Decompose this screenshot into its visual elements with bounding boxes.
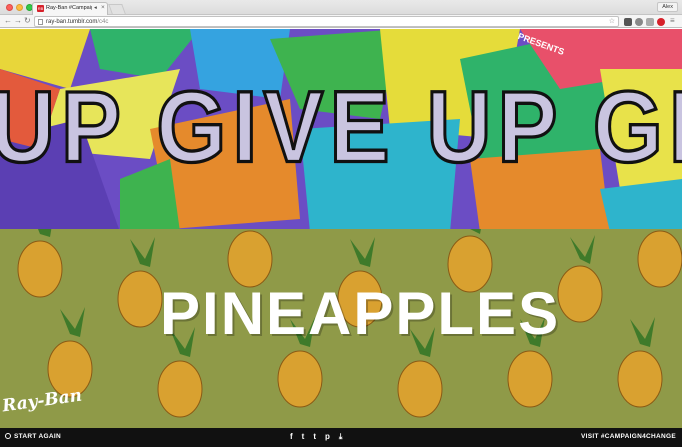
rayban-favicon-icon: RB [37,5,44,12]
start-again-button[interactable]: START AGAIN [5,433,61,440]
browser-tab[interactable]: RB Ray-Ban #Campaign4Cha ◂ × [32,2,108,15]
extension-icon[interactable] [635,18,643,26]
new-tab-button[interactable] [108,4,126,14]
adblock-icon[interactable] [657,18,665,26]
minimize-window-button[interactable] [16,4,23,11]
address-bar[interactable]: ray-ban.tumblr.com/c4c ☆ [34,16,619,27]
visit-campaign-link[interactable]: VISIT #CAMPAIGN4CHANGE [581,433,676,440]
twitter-icon[interactable]: t [302,432,305,442]
reload-icon[interactable]: ↻ [24,16,31,26]
browser-toolbar: ← → ↻ ray-ban.tumblr.com/c4c ☆ ≡ [0,15,682,28]
gear-extension-icon[interactable] [624,18,632,26]
back-icon[interactable]: ← [4,16,12,26]
browser-tab-bar: RB Ray-Ban #Campaign4Cha ◂ × Alex [0,0,682,15]
pinterest-icon[interactable]: p [325,432,330,442]
tumblr-icon[interactable]: t [313,432,316,442]
menu-icon[interactable]: ≡ [670,16,675,26]
speaker-icon[interactable]: ◂ [94,5,97,11]
pineapples-headline: PINEAPPLES [160,280,561,347]
url-text[interactable]: ray-ban.tumblr.com/c4c [46,18,108,26]
page-icon [38,19,43,25]
tab-close-icon[interactable]: × [101,4,105,11]
extension-icon[interactable] [646,18,654,26]
social-share-bar: f t t p ⤓ [290,432,342,442]
forward-icon[interactable]: → [14,16,22,26]
give-up-headline: UP GIVE UP GIV [0,70,682,185]
user-profile-button[interactable]: Alex [657,2,678,12]
star-icon[interactable]: ☆ [609,17,615,26]
footer-bar: START AGAIN f t t p ⤓ VISIT #CAMPAIGN4CH… [0,428,682,447]
download-icon[interactable]: ⤓ [339,432,343,442]
campaign-page: PRESENTS UP GIVE UP GIV PINE [0,29,682,447]
facebook-icon[interactable]: f [290,432,293,442]
close-window-button[interactable] [6,4,13,11]
tab-title: Ray-Ban #Campaign4Cha [46,5,92,11]
restart-icon [5,433,11,439]
